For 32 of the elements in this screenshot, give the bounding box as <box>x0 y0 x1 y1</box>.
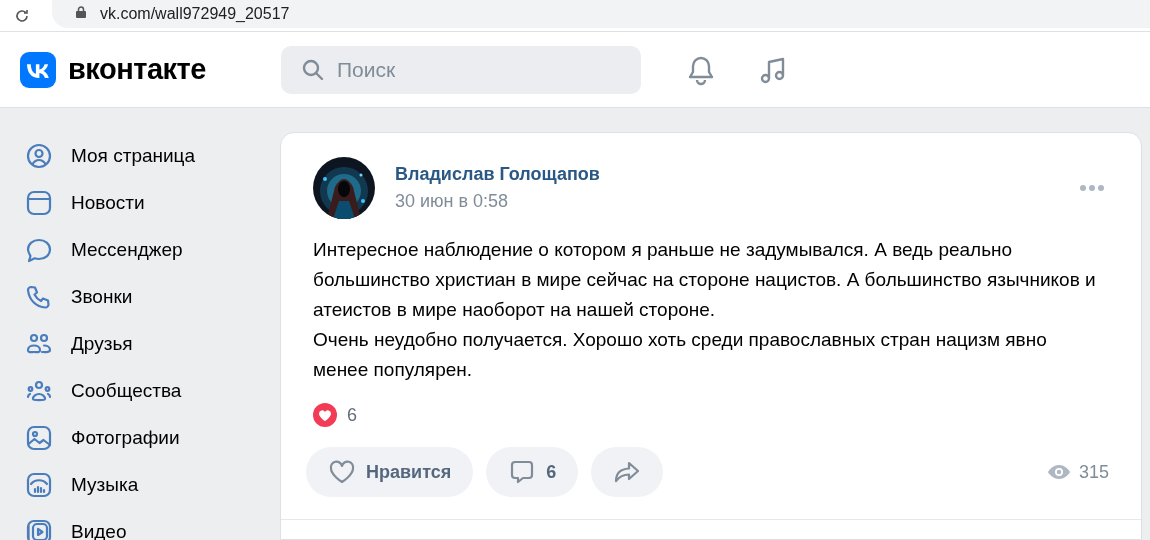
lock-icon <box>76 5 86 18</box>
share-button[interactable] <box>591 447 664 497</box>
music-app-icon <box>25 470 53 499</box>
logo-text[interactable]: вконтакте <box>68 53 206 86</box>
view-count: 315 <box>1078 461 1109 483</box>
search-field[interactable]: Поиск <box>281 45 641 94</box>
post-date[interactable]: 30 июн в 0:58 <box>395 191 1059 212</box>
sidebar-item[interactable]: Музыка <box>25 461 280 508</box>
sidebar-item[interactable]: Новости <box>25 179 280 226</box>
reload-icon[interactable] <box>14 7 30 24</box>
eye-icon <box>1046 464 1071 480</box>
reaction-count: 6 <box>347 404 357 426</box>
post-paragraph: Очень неудобно получается. Хорошо хоть среди православных стран нацизм явно менее популярен. <box>313 328 1048 382</box>
post-paragraph: Интересное наблюдение о котором я раньше не задумывался. А ведь реально большинство христиан в мире сейчас на стороне нацистов. А большинство язычников и атеистов в мире наоборот на нашей стороне. <box>313 238 1097 322</box>
author-name[interactable]: Владислав Голощапов <box>395 164 1059 185</box>
sidebar-item[interactable]: Друзья <box>25 320 280 367</box>
heart-icon <box>328 458 356 486</box>
sidebar-item[interactable]: Моя страница <box>25 132 280 179</box>
sidebar-item[interactable]: Звонки <box>25 273 280 320</box>
logo-icon[interactable] <box>20 51 56 88</box>
more-options-icon[interactable] <box>1079 184 1105 192</box>
image-icon <box>25 423 53 452</box>
heart-reaction-icon[interactable] <box>313 403 337 427</box>
sidebar-item[interactable]: Мессенджер <box>25 226 280 273</box>
user-icon <box>25 141 53 170</box>
sidebar-item[interactable]: Фотографии <box>25 414 280 461</box>
comment-button[interactable]: 6 <box>486 447 579 497</box>
video-icon <box>25 517 53 540</box>
window-icon <box>25 188 53 217</box>
sidebar-item[interactable]: Сообщества <box>25 367 280 414</box>
like-button[interactable]: Нравится <box>306 447 474 497</box>
url-text[interactable]: vk.com/wall972949_20517 <box>100 0 290 23</box>
